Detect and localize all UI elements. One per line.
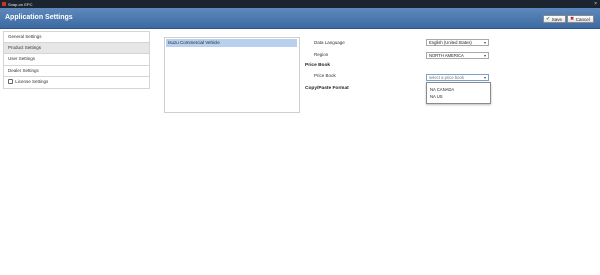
price-book-select[interactable]: select a price book ▾ — [426, 74, 489, 81]
sidebar-item-dealer[interactable]: Dealer Settings — [3, 65, 150, 77]
app-icon — [2, 2, 6, 6]
check-icon: ✔ — [546, 16, 551, 22]
data-language-select[interactable]: English (United States) ▾ — [426, 39, 489, 46]
copy-paste-section-title: Copy/Paste Format — [305, 86, 349, 91]
window-close-icon[interactable]: × — [594, 1, 597, 7]
lock-icon — [8, 79, 13, 85]
window-title-bar: Snap-on EPC × — [0, 0, 600, 8]
sidebar-item-label: License Settings — [15, 79, 49, 84]
chevron-down-icon: ▾ — [483, 75, 486, 80]
sidebar-item-label: Dealer Settings — [8, 67, 39, 73]
sidebar-item-label: User Settings — [8, 56, 36, 61]
region-value: NORTH AMERICA — [429, 53, 464, 58]
data-language-value: English (United States) — [429, 40, 472, 45]
save-label: Save — [551, 16, 562, 22]
price-book-label: Price Book — [314, 73, 336, 78]
chevron-down-icon: ▾ — [483, 53, 486, 58]
price-book-placeholder: select a price book — [429, 75, 464, 80]
region-select[interactable]: NORTH AMERICA ▾ — [426, 52, 489, 59]
region-label: Region — [314, 52, 329, 57]
sidebar-item-label: Product Settings — [8, 44, 42, 50]
sidebar-item-general[interactable]: General Settings — [3, 31, 150, 43]
price-book-option[interactable]: NA CANADA — [430, 87, 454, 92]
cancel-button[interactable]: ✖ Cancel — [567, 15, 594, 23]
sidebar-item-product[interactable]: Product Settings — [3, 42, 150, 54]
price-book-dropdown: NA CANADA NA US — [426, 82, 491, 104]
sidebar-item-label: General Settings — [8, 34, 42, 39]
price-book-option[interactable]: NA US — [430, 94, 443, 99]
cancel-label: Cancel — [575, 16, 590, 22]
save-button[interactable]: ✔ Save — [543, 15, 566, 23]
vehicle-list[interactable]: Isuzu Commercial Vehicle — [164, 37, 300, 113]
settings-sidebar: General Settings Product Settings User S… — [3, 31, 150, 89]
x-icon: ✖ — [570, 16, 575, 22]
chevron-down-icon: ▾ — [483, 40, 486, 45]
window-title: Snap-on EPC — [8, 1, 33, 7]
list-item[interactable]: Isuzu Commercial Vehicle — [166, 39, 297, 47]
settings-header: Application Settings ✔ Save ✖ Cancel — [0, 8, 600, 29]
sidebar-item-user[interactable]: User Settings — [3, 54, 150, 66]
data-language-label: Data Language — [314, 40, 345, 45]
price-book-section-title: Price Book — [305, 63, 331, 68]
sidebar-item-license[interactable]: License Settings — [3, 77, 150, 89]
page-title: Application Settings — [5, 14, 73, 21]
